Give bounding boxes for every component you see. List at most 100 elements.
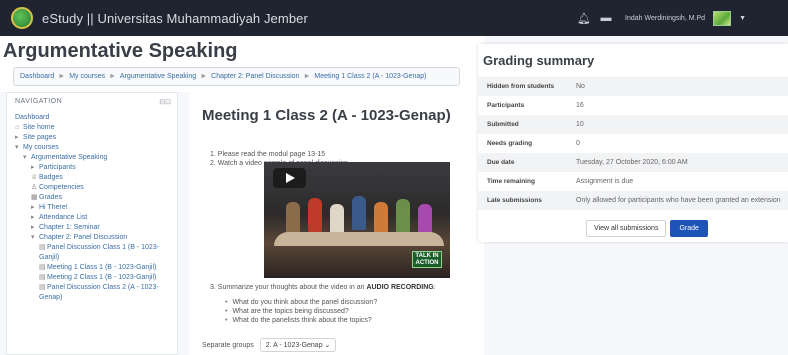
video-figure [286, 202, 300, 236]
row-value: 16 [576, 102, 584, 109]
video-figure [396, 199, 410, 233]
row-value: 10 [576, 121, 584, 128]
nav-item-chapter-2[interactable]: ▾ Chapter 2: Panel Discussion [15, 233, 175, 243]
grade-button[interactable]: Grade [670, 220, 708, 237]
top-navbar: eStudy || Universitas Muhammadiyah Jembe… [0, 0, 788, 36]
assignment-icon: ▤ [39, 274, 46, 281]
nav-label: Panel Discussion Class 2 (A - 1023-Genap… [39, 284, 159, 301]
table-row: Time remaining Assignment is due [478, 172, 788, 191]
video-figure [352, 196, 366, 230]
arrow-right-icon: ▸ [31, 164, 35, 171]
user-avatar[interactable] [713, 10, 732, 26]
block-controls-icon[interactable]: ⊟⊡ [159, 98, 171, 106]
audio-instruction-suffix: : [433, 284, 436, 291]
video-figure [308, 198, 322, 232]
nav-item-competencies[interactable]: ♙ Competencies [15, 183, 175, 193]
navigation-list: Dashboard ⌂ Site home ▸ Site pages ▾ My cou… [15, 113, 175, 303]
nav-item-site-home[interactable]: ⌂ Site home [15, 123, 175, 133]
breadcrumb-item[interactable]: My courses [69, 73, 105, 80]
question-list: What do you think about the panel discus… [225, 298, 377, 325]
site-logo[interactable] [11, 7, 33, 29]
row-label: Hidden from students [487, 83, 555, 90]
arrow-down-icon: ▾ [31, 234, 35, 241]
arrow-right-icon: ▸ [31, 204, 35, 211]
row-value: Only allowed for participants who have b… [576, 197, 781, 204]
nav-label: Argumentative Speaking [31, 154, 108, 161]
row-label: Submitted [487, 121, 519, 128]
question-item: What are the topics being discussed? [225, 307, 377, 316]
breadcrumb-item[interactable]: Meeting 1 Class 2 (A - 1023-Genap) [314, 73, 426, 80]
question-item: What do you think about the panel discus… [225, 298, 377, 307]
nav-item-badges[interactable]: ♕ Badges [15, 173, 175, 183]
audio-instruction-bold: AUDIO RECORDING [366, 284, 434, 291]
nav-item-my-courses[interactable]: ▾ My courses [15, 143, 175, 153]
arrow-right-icon: ▸ [15, 134, 19, 141]
breadcrumb-item[interactable]: Argumentative Speaking [120, 73, 196, 80]
row-label: Participants [487, 102, 525, 109]
table-row: Due date Tuesday, 27 October 2020, 6:00 A… [478, 153, 788, 172]
assignment-icon: ▤ [39, 284, 46, 291]
table-row: Late submissions Only allowed for partici… [478, 191, 788, 210]
nav-item-site-pages[interactable]: ▸ Site pages [15, 133, 175, 143]
row-label: Needs grading [487, 140, 533, 147]
nav-label: Badges [39, 174, 63, 181]
chevron-down-icon: ⌄ [324, 342, 331, 349]
nav-item-hi-there[interactable]: ▸ Hi There! [15, 203, 175, 213]
groups-selector: Separate groups 2. A - 1023-Genap ⌄ [202, 338, 337, 352]
view-all-submissions-button[interactable]: View all submissions [586, 220, 667, 237]
nav-label: Grades [39, 194, 62, 201]
table-row: Submitted 10 [478, 115, 788, 134]
nav-label: Chapter 2: Panel Discussion [39, 234, 128, 241]
nav-label: Attendance List [39, 214, 88, 221]
breadcrumb-separator-icon: ► [108, 73, 116, 80]
breadcrumb: Dashboard ► My courses ► Argumentative Spe… [13, 67, 460, 86]
video-player[interactable]: TALK IN ACTION [264, 162, 450, 278]
row-value: Assignment is due [576, 178, 634, 185]
nav-item-assignment[interactable]: ▤Panel Discussion Class 1 (B - 1023-Ganj… [15, 243, 175, 263]
nav-item-dashboard[interactable]: Dashboard [15, 113, 175, 123]
groups-value: 2. A - 1023-Genap [265, 342, 323, 349]
arrow-right-icon: ▸ [31, 214, 35, 221]
badge-icon: ♕ [31, 174, 38, 181]
nav-label: Site pages [23, 134, 57, 141]
nav-label: Hi There! [39, 204, 68, 211]
user-menu-caret-icon[interactable]: ▼ [739, 15, 746, 22]
groups-select[interactable]: 2. A - 1023-Genap ⌄ [259, 338, 337, 352]
main-content: Meeting 1 Class 2 (A - 1023-Genap) 1. Pl… [189, 92, 484, 355]
breadcrumb-separator-icon: ► [200, 73, 208, 80]
nav-item-chapter-1[interactable]: ▸ Chapter 1: Seminar [15, 223, 175, 233]
play-icon[interactable] [273, 168, 306, 188]
video-badge: TALK IN ACTION [412, 251, 442, 268]
breadcrumb-item[interactable]: Dashboard [20, 73, 54, 80]
breadcrumb-item[interactable]: Chapter 2: Panel Discussion [211, 73, 299, 80]
site-brand[interactable]: eStudy || Universitas Muhammadiyah Jembe… [42, 11, 308, 26]
audio-instruction: 3. Summarize your thoughts about the vid… [210, 284, 436, 291]
nav-item-attendance[interactable]: ▸ Attendance List [15, 213, 175, 223]
competency-icon: ♙ [31, 184, 38, 191]
message-icon[interactable]: ▬ [599, 12, 613, 24]
breadcrumb-separator-icon: ► [58, 73, 66, 80]
nav-item-course[interactable]: ▾ Argumentative Speaking [15, 153, 175, 163]
video-figure [374, 202, 388, 236]
nav-item-participants[interactable]: ▸ Participants [15, 163, 175, 173]
row-label: Late submissions [487, 197, 542, 204]
nav-item-assignment[interactable]: ▤Meeting 1 Class 1 (B - 1023-Ganjil) [15, 263, 175, 273]
notification-bell-icon[interactable]: 🔔︎ [577, 12, 591, 25]
nav-label: Participants [39, 164, 76, 171]
arrow-right-icon: ▸ [31, 224, 35, 231]
row-value: Tuesday, 27 October 2020, 6:00 AM [576, 159, 688, 166]
table-row: Needs grading 0 [478, 134, 788, 153]
row-label: Due date [487, 159, 515, 166]
table-row: Participants 16 [478, 96, 788, 115]
nav-label: Site home [23, 124, 55, 131]
grading-summary-panel: Grading summary Hidden from students No P… [478, 44, 788, 242]
nav-label: Meeting 2 Class 1 (B - 1023-Ganjil) [47, 274, 157, 281]
home-icon: ⌂ [15, 124, 20, 131]
audio-instruction-text: 3. Summarize your thoughts about the vid… [210, 284, 367, 291]
nav-item-grades[interactable]: ▦Grades [15, 193, 175, 203]
nav-label: Dashboard [15, 114, 50, 121]
nav-item-assignment[interactable]: ▤Meeting 2 Class 1 (B - 1023-Ganjil) [15, 273, 175, 283]
nav-item-assignment[interactable]: ▤Panel Discussion Class 2 (A - 1023-Gena… [15, 283, 175, 303]
user-name[interactable]: Indah Werdiningsih, M.Pd [625, 15, 705, 22]
navbar-actions: 🔔︎ ▬ Indah Werdiningsih, M.Pd ▼ [577, 0, 746, 36]
